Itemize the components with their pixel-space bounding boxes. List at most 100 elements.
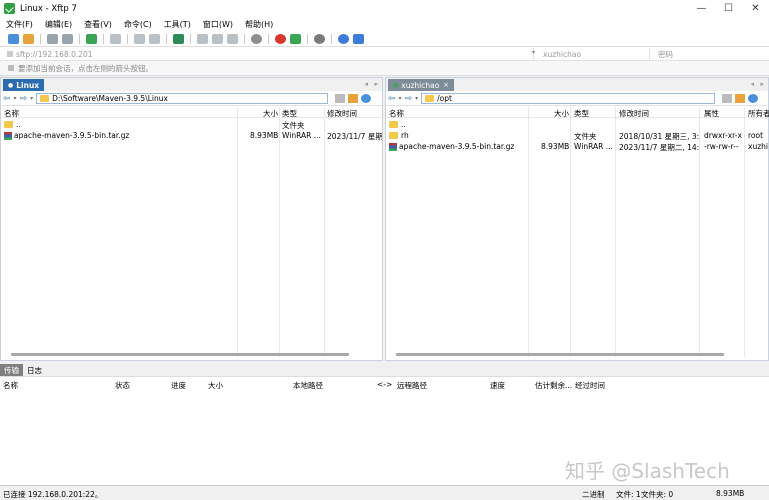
forward-icon[interactable]: ⇨	[20, 94, 28, 104]
back-icon[interactable]: ⇦	[388, 94, 396, 104]
xshell-icon[interactable]	[275, 33, 286, 44]
forward-icon[interactable]: ⇨	[405, 94, 413, 104]
close-button[interactable]: ✕	[742, 0, 769, 17]
list-item[interactable]: ..	[386, 119, 768, 130]
tab-transfer[interactable]: 传输	[0, 364, 23, 376]
col-name[interactable]: 名称	[4, 108, 19, 119]
col-elapsed[interactable]: 经过时间	[575, 380, 605, 391]
menu-file[interactable]: 文件(F)	[6, 19, 33, 30]
list-item[interactable]: apache-maven-3.9.5-bin.tar.gz 8.93MB Win…	[1, 130, 382, 141]
col-eta[interactable]: 估计剩余...	[535, 380, 572, 391]
gear-icon[interactable]	[314, 33, 325, 44]
col-direction[interactable]: <->	[377, 380, 392, 389]
tab-close-icon[interactable]: ×	[443, 81, 449, 89]
tab-log[interactable]: 日志	[23, 364, 46, 376]
search-icon[interactable]	[197, 33, 208, 44]
minimize-button[interactable]: —	[688, 0, 715, 17]
list-item[interactable]: apache-maven-3.9.5-bin.tar.gz 8.93MB Win…	[386, 141, 768, 152]
tab-prev-icon[interactable]: ◂	[750, 80, 754, 88]
tab-next-icon[interactable]: ▸	[374, 80, 378, 88]
forward-dropdown-icon[interactable]: ▾	[415, 95, 418, 102]
host-dropdown-icon[interactable]: ▾	[532, 49, 535, 56]
unlink-icon[interactable]	[62, 33, 73, 44]
new-file-icon[interactable]	[86, 33, 97, 44]
link-icon[interactable]	[47, 33, 58, 44]
local-path-input[interactable]: D:\Software\Maven-3.9.5\Linux	[36, 93, 329, 104]
menu-tools[interactable]: 工具(T)	[164, 19, 191, 30]
total-size: 8.93MB	[716, 489, 745, 498]
file-owner: root	[748, 131, 764, 140]
chat-icon[interactable]	[353, 33, 364, 44]
menu-edit[interactable]: 编辑(E)	[45, 19, 72, 30]
col-attributes[interactable]: 属性	[704, 108, 719, 119]
col-remote-path[interactable]: 远程路径	[397, 380, 427, 391]
col-modified[interactable]: 修改时间	[327, 108, 357, 119]
view-icon[interactable]	[110, 33, 121, 44]
open-folder-icon[interactable]	[23, 33, 34, 44]
menu-window[interactable]: 窗口(W)	[203, 19, 233, 30]
toolbar	[0, 31, 769, 47]
paste-icon[interactable]	[149, 33, 160, 44]
maximize-button[interactable]: ☐	[715, 0, 742, 17]
refresh-icon[interactable]	[748, 94, 759, 103]
user-input[interactable]: xuzhichao	[540, 48, 650, 60]
tab-local[interactable]: ● Linux	[3, 79, 45, 91]
col-type[interactable]: 类型	[282, 108, 297, 119]
col-type[interactable]: 类型	[574, 108, 589, 119]
col-owner[interactable]: 所有者	[748, 108, 769, 119]
password-input[interactable]: 密码	[655, 48, 765, 60]
zoom-icon[interactable]	[212, 33, 223, 44]
col-name[interactable]: 名称	[389, 108, 404, 119]
xftp-icon[interactable]	[290, 33, 301, 44]
tab-local-label: Linux	[16, 80, 40, 90]
new-folder-icon[interactable]	[348, 94, 359, 103]
col-size[interactable]: 大小	[263, 108, 278, 119]
back-dropdown-icon[interactable]: ▾	[399, 95, 402, 102]
transfer-icon[interactable]	[173, 33, 184, 44]
local-horizontal-scrollbar[interactable]	[11, 353, 349, 356]
col-speed[interactable]: 速度	[490, 380, 505, 391]
add-session-arrow-icon[interactable]	[8, 65, 14, 71]
filter-icon[interactable]	[335, 94, 346, 103]
help-icon[interactable]	[338, 33, 349, 44]
menu-view[interactable]: 查看(V)	[84, 19, 112, 30]
list-item[interactable]: rh 文件夹 2018/10/31 星期三, 3:... drwxr-xr-x …	[386, 130, 768, 141]
col-status[interactable]: 状态	[115, 380, 130, 391]
remote-path-input[interactable]: /opt	[421, 93, 716, 104]
back-dropdown-icon[interactable]: ▾	[14, 95, 17, 102]
tab-next-icon[interactable]: ▸	[760, 80, 764, 88]
col-modified[interactable]: 修改时间	[619, 108, 649, 119]
transfer-mode[interactable]: 二进制	[582, 489, 605, 500]
remote-column-header: 名称 大小 类型 修改时间 属性 所有者	[386, 107, 769, 119]
col-size[interactable]: 大小	[208, 380, 223, 391]
col-size[interactable]: 大小	[554, 108, 569, 119]
remote-horizontal-scrollbar[interactable]	[396, 353, 724, 356]
stop-icon[interactable]	[251, 33, 262, 44]
new-session-icon[interactable]	[8, 33, 19, 44]
host-input[interactable]: sftp://192.168.0.201	[4, 48, 534, 60]
menu-help[interactable]: 帮助(H)	[245, 19, 273, 30]
tab-prev-icon[interactable]: ◂	[364, 80, 368, 88]
col-progress[interactable]: 进度	[171, 380, 186, 391]
forward-dropdown-icon[interactable]: ▾	[30, 95, 33, 102]
status-bar: 已连接 192.168.0.201:22。 二进制 文件: 1 文件夹: 0 8…	[0, 487, 769, 500]
remote-nav: ⇦ ▾ ⇨ ▾ /opt	[386, 92, 768, 106]
back-icon[interactable]: ⇦	[3, 94, 11, 104]
filter-icon[interactable]	[722, 94, 733, 103]
file-attributes: -rw-rw-r--	[704, 142, 739, 151]
tab-remote[interactable]: ● xuzhichao ×	[388, 79, 454, 91]
folder-icon	[389, 132, 398, 139]
file-name: ..	[401, 120, 406, 129]
file-name: apache-maven-3.9.5-bin.tar.gz	[14, 131, 130, 140]
new-folder-icon[interactable]	[735, 94, 746, 103]
refresh-icon[interactable]	[361, 94, 372, 103]
list-item[interactable]: .. 文件夹	[1, 119, 382, 130]
file-count: 文件: 1	[616, 490, 641, 499]
archive-icon	[389, 142, 397, 151]
col-local-path[interactable]: 本地路径	[293, 380, 323, 391]
refresh-icon[interactable]	[227, 33, 238, 44]
col-name[interactable]: 名称	[3, 380, 18, 391]
copy-icon[interactable]	[134, 33, 145, 44]
menu-command[interactable]: 命令(C)	[124, 19, 152, 30]
host-icon	[7, 51, 13, 57]
